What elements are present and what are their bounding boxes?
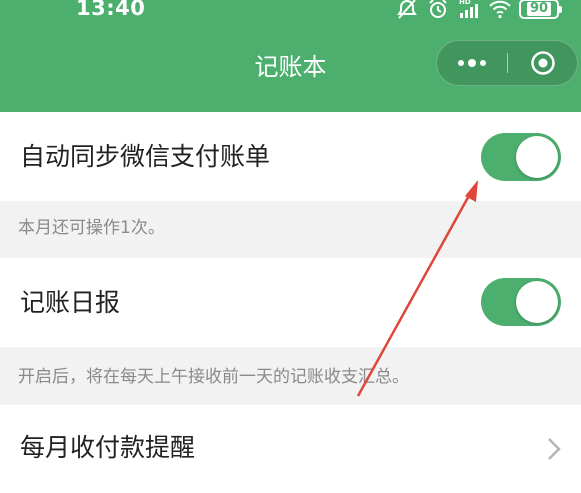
daily-report-toggle[interactable] [481, 278, 561, 326]
toggle-knob [516, 281, 558, 323]
sync-wechat-hint: 本月还可操作1次。 [18, 218, 165, 238]
wifi-icon [489, 0, 511, 19]
mini-program-capsule [436, 40, 578, 86]
close-button[interactable] [508, 41, 578, 85]
daily-report-label: 记账日报 [20, 288, 121, 317]
setting-row-daily-report: 记账日报 [0, 258, 581, 347]
battery-level: 90 [526, 2, 552, 16]
more-dots-icon [458, 59, 486, 67]
network-hd-icon: HD [459, 0, 478, 18]
sync-wechat-toggle[interactable] [481, 133, 561, 181]
status-time: 13:40 [76, 0, 146, 20]
app-header: 13:40 HD 90 记账本 [0, 0, 581, 112]
daily-report-hint: 开启后，将在每天上午接收前一天的记账收支汇总。 [18, 367, 409, 387]
monthly-reminder-label: 每月收付款提醒 [20, 433, 196, 462]
svg-text:HD: HD [459, 0, 471, 6]
alarm-off-icon [397, 0, 417, 19]
more-button[interactable] [437, 41, 507, 85]
toggle-knob [516, 136, 558, 178]
status-icons: HD 90 [395, 0, 562, 21]
status-bar: 13:40 HD 90 [0, 0, 581, 26]
alarm-icon [429, 0, 447, 18]
screen: 13:40 HD 90 记账本 自动同步微信支付账单 本月还可操作1次。 记账日… [0, 0, 581, 493]
sync-wechat-label: 自动同步微信支付账单 [20, 142, 271, 171]
chevron-right-icon [548, 438, 561, 460]
close-capsule-icon [531, 51, 555, 75]
setting-row-monthly-reminder[interactable]: 每月收付款提醒 [0, 405, 581, 493]
setting-row-sync-wechat: 自动同步微信支付账单 [0, 112, 581, 201]
battery-icon: 90 [519, 0, 562, 19]
